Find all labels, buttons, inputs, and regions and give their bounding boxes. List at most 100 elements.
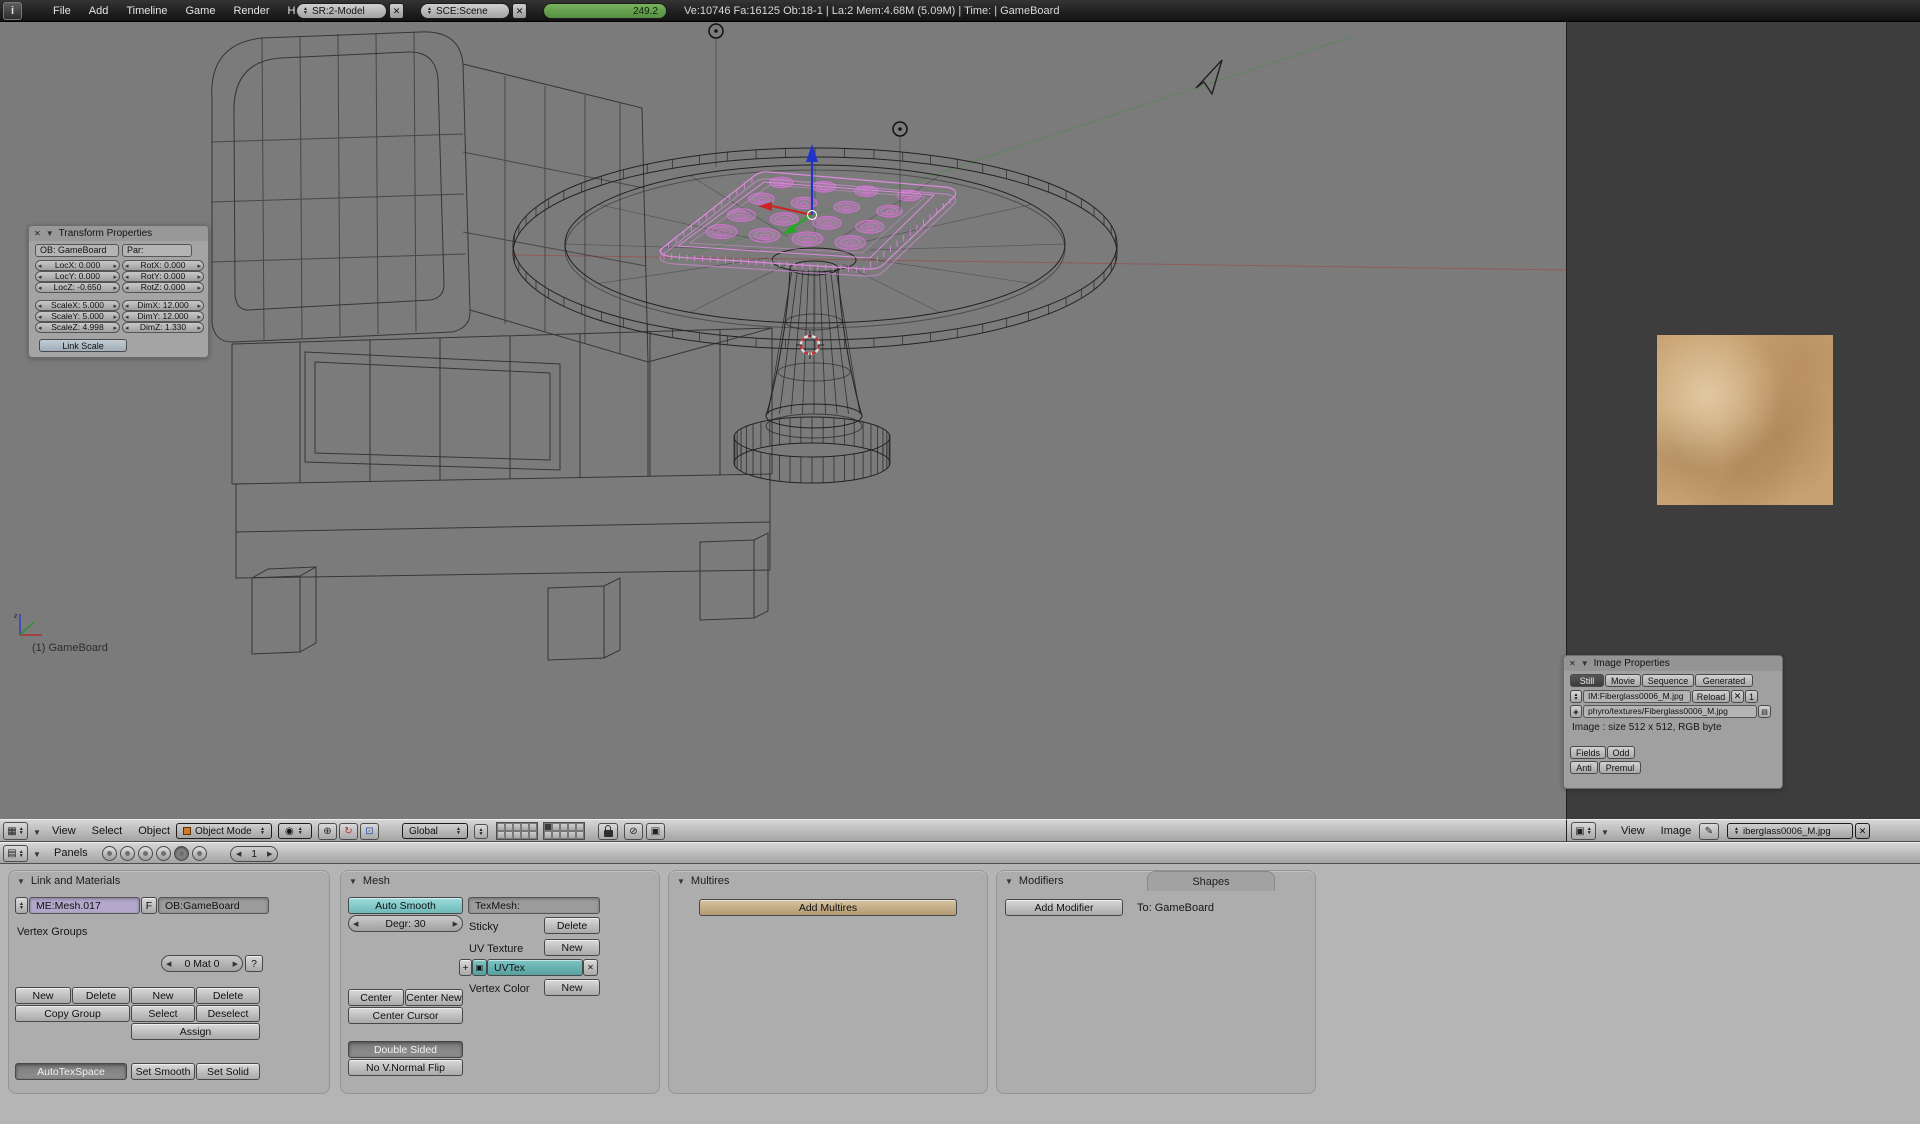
mode-selector[interactable]: Object Mode — [176, 823, 272, 839]
select-button[interactable]: Select — [131, 1005, 195, 1022]
unlink-image-icon[interactable]: ✕ — [1731, 690, 1744, 703]
image-unlink-icon[interactable]: ✕ — [1855, 823, 1870, 839]
copy-group-button[interactable]: Copy Group — [15, 1005, 130, 1022]
locx-field[interactable]: LocX: 0.000 — [35, 260, 120, 271]
uv-layer-image-icon[interactable]: ▣ — [472, 959, 487, 976]
center-cursor-button[interactable]: Center Cursor — [348, 1007, 463, 1024]
tab-generated[interactable]: Generated — [1695, 674, 1753, 687]
menu-add[interactable]: Add — [80, 5, 118, 17]
mesh-name-field[interactable]: ME:Mesh.017 — [29, 897, 140, 914]
material-index-field[interactable]: 0 Mat 0 — [161, 955, 243, 972]
manipulator-rotate-icon[interactable]: ↻ — [339, 823, 358, 840]
premul-toggle[interactable]: Premul — [1599, 761, 1641, 774]
parent-field[interactable]: Par: — [122, 244, 192, 257]
orientation-selector[interactable]: Global — [402, 823, 468, 839]
layer-toggle[interactable] — [497, 823, 505, 831]
pack-image-icon[interactable]: ◈ — [1570, 705, 1582, 718]
lock-icon[interactable] — [598, 823, 618, 840]
frame-stepper[interactable]: ◀ 1 ▶ — [230, 846, 278, 862]
layer-toggle[interactable] — [529, 823, 537, 831]
render-preview-icon[interactable]: ▣ — [646, 823, 665, 840]
layer-toggle[interactable] — [552, 823, 560, 831]
close-icon[interactable]: ✕ — [34, 229, 41, 238]
menu-file[interactable]: File — [44, 5, 80, 17]
vgroup-delete-button[interactable]: Delete — [72, 987, 130, 1004]
ob-name-field[interactable]: OB: GameBoard — [35, 244, 119, 257]
menu-view[interactable]: View — [1613, 825, 1653, 837]
image-name-field[interactable]: IM:Fiberglass0006_M.jpg — [1583, 690, 1691, 703]
header-collapse-icon[interactable]: ▼ — [33, 828, 41, 837]
tab-shapes[interactable]: Shapes — [1147, 871, 1275, 891]
reload-button[interactable]: Reload — [1692, 690, 1730, 703]
layer-toggle[interactable] — [505, 831, 513, 839]
add-multires-button[interactable]: Add Multires — [699, 899, 957, 916]
center-new-button[interactable]: Center New — [405, 989, 463, 1006]
viewport-3d[interactable]: ✕ ▼ Transform Properties OB: GameBoard P… — [0, 22, 1566, 819]
layer-toggle[interactable] — [513, 823, 521, 831]
uv-layer-add-icon[interactable]: + — [459, 959, 472, 976]
fields-toggle[interactable]: Fields — [1570, 746, 1606, 759]
material-new-button[interactable]: New — [131, 987, 195, 1004]
material-help-button[interactable]: ? — [245, 955, 263, 972]
menu-view[interactable]: View — [44, 825, 84, 837]
rotz-field[interactable]: RotZ: 0.000 — [122, 282, 204, 293]
menu-game[interactable]: Game — [176, 5, 224, 17]
frame-prev-icon[interactable]: ◀ — [231, 850, 246, 858]
layer-toggle[interactable] — [521, 823, 529, 831]
paint-icon[interactable]: ✎ — [1699, 823, 1719, 840]
layer-toggle[interactable] — [576, 831, 584, 839]
scalez-field[interactable]: ScaleZ: 4.998 — [35, 322, 120, 333]
header-collapse-icon[interactable]: ▼ — [33, 850, 41, 859]
vertex-color-new-button[interactable]: New — [544, 979, 600, 996]
layer-toggle[interactable] — [568, 831, 576, 839]
close-icon[interactable]: ✕ — [1569, 659, 1576, 668]
collapse-icon[interactable]: ▼ — [1005, 877, 1013, 886]
locy-field[interactable]: LocY: 0.000 — [35, 271, 120, 282]
editor-type-selector[interactable]: ▦ — [3, 822, 28, 840]
menu-select[interactable]: Select — [84, 825, 131, 837]
manipulator-scale-icon[interactable]: ⊡ — [360, 823, 379, 840]
degr-field[interactable]: Degr: 30 — [348, 915, 463, 932]
layer-toggle[interactable] — [521, 831, 529, 839]
texture-preview[interactable] — [1657, 335, 1833, 505]
script-context-icon[interactable] — [120, 846, 135, 861]
screen-selector[interactable]: SR:2-Model — [296, 3, 387, 19]
layer-toggle[interactable] — [513, 831, 521, 839]
layer-toggle[interactable] — [576, 823, 584, 831]
set-smooth-button[interactable]: Set Smooth — [131, 1063, 195, 1080]
logic-context-icon[interactable] — [102, 846, 117, 861]
frame-slider[interactable]: 249.2 — [543, 3, 667, 19]
layer-toggle[interactable] — [544, 823, 552, 831]
dimx-field[interactable]: DimX: 12.000 — [122, 300, 204, 311]
dimz-field[interactable]: DimZ: 1.330 — [122, 322, 204, 333]
material-delete-button[interactable]: Delete — [196, 987, 260, 1004]
menu-panels[interactable]: Panels — [46, 847, 96, 859]
clip-icon[interactable]: ⊘ — [624, 823, 643, 840]
editor-type-selector[interactable]: ▤ — [3, 845, 28, 862]
image-path-field[interactable]: phyro/textures/Fiberglass0006_M.jpg — [1583, 705, 1757, 718]
vgroup-new-button[interactable]: New — [15, 987, 71, 1004]
scene-context-icon[interactable] — [192, 846, 207, 861]
assign-button[interactable]: Assign — [131, 1023, 260, 1040]
tab-movie[interactable]: Movie — [1605, 674, 1641, 687]
editing-context-icon[interactable] — [174, 846, 189, 861]
collapse-icon[interactable]: ▼ — [1581, 659, 1589, 668]
mini-stepper[interactable] — [474, 824, 488, 839]
editor-type-selector[interactable]: ▣ — [1571, 822, 1596, 840]
dimy-field[interactable]: DimY: 12.000 — [122, 311, 204, 322]
layer-toggle[interactable] — [529, 831, 537, 839]
set-solid-button[interactable]: Set Solid — [196, 1063, 260, 1080]
frame-next-icon[interactable]: ▶ — [262, 850, 277, 858]
manipulator-translate-icon[interactable]: ⊕ — [318, 823, 337, 840]
menu-object[interactable]: Object — [130, 825, 178, 837]
shading-selector[interactable]: ◉ — [278, 823, 312, 839]
image-datablock-selector[interactable]: iberglass0006_M.jpg — [1727, 823, 1853, 839]
menu-timeline[interactable]: Timeline — [117, 5, 176, 17]
fake-user-button[interactable]: F — [141, 897, 157, 914]
add-modifier-button[interactable]: Add Modifier — [1005, 899, 1123, 916]
scene-close-icon[interactable]: ✕ — [512, 3, 527, 19]
uv-texture-new-button[interactable]: New — [544, 939, 600, 956]
collapse-icon[interactable]: ▼ — [677, 877, 685, 886]
shading-context-icon[interactable] — [138, 846, 153, 861]
header-collapse-icon[interactable]: ▼ — [1601, 828, 1609, 837]
